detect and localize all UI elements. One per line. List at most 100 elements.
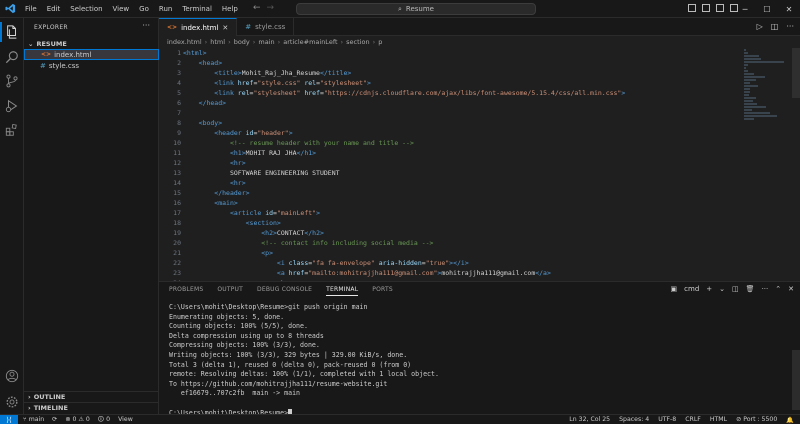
menu-item-terminal[interactable]: Terminal <box>177 0 217 18</box>
indentation[interactable]: Spaces: 4 <box>619 416 649 423</box>
close-panel-icon[interactable]: ✕ <box>788 285 794 293</box>
code-content[interactable]: <html> <head> <title>Mohit_Raj_Jha_Resum… <box>183 48 625 281</box>
code-line[interactable]: <section> <box>183 218 625 228</box>
back-arrow-icon[interactable]: ← <box>253 3 261 13</box>
extensions-icon[interactable] <box>4 122 20 138</box>
menu-item-edit[interactable]: Edit <box>42 0 66 18</box>
close-icon[interactable]: ✕ <box>778 5 800 14</box>
tab-terminal[interactable]: TERMINAL <box>326 286 359 296</box>
toggle-panel-icon[interactable] <box>702 4 710 12</box>
tab-problems[interactable]: PROBLEMS <box>169 286 203 296</box>
code-line[interactable]: <body> <box>183 118 625 128</box>
code-line[interactable]: <link href="style.css" rel="stylesheet"> <box>183 78 625 88</box>
timeline-section[interactable]: › TIMELINE <box>24 402 159 413</box>
split-editor-icon[interactable]: ◫ <box>771 22 779 31</box>
terminal-scrollbar[interactable] <box>792 350 800 410</box>
run-debug-icon[interactable] <box>4 98 20 114</box>
explorer-icon[interactable] <box>0 22 20 42</box>
line-number: 11 <box>173 149 181 157</box>
code-token: href <box>237 79 254 87</box>
breadcrumb-item[interactable]: article#mainLeft <box>283 38 337 46</box>
breadcrumb-item[interactable]: body <box>234 38 250 46</box>
more-actions-icon[interactable]: ··· <box>142 21 150 30</box>
outline-section[interactable]: › OUTLINE <box>24 391 159 402</box>
settings-gear-icon[interactable] <box>4 394 20 410</box>
split-terminal-icon[interactable]: ◫ <box>732 285 739 293</box>
breadcrumb-item[interactable]: html <box>210 38 225 46</box>
menu-item-file[interactable]: File <box>20 0 42 18</box>
workspace-folder[interactable]: ⌄ RESUME <box>24 38 159 49</box>
code-line[interactable]: </head> <box>183 98 625 108</box>
minimize-icon[interactable]: ─ <box>734 5 756 14</box>
toggle-secondary-sidebar-icon[interactable] <box>716 4 724 12</box>
info-indicator[interactable]: 🛈 0 <box>98 414 110 424</box>
code-line[interactable]: <h2>CONTACT</h2> <box>183 228 625 238</box>
run-code-icon[interactable]: ▷ <box>757 22 763 31</box>
code-line[interactable]: <head> <box>183 58 625 68</box>
breadcrumb-item[interactable]: section <box>346 38 369 46</box>
encoding[interactable]: UTF-8 <box>658 416 676 423</box>
code-line[interactable]: <article id="mainLeft"> <box>183 208 625 218</box>
code-line[interactable]: <html> <box>183 48 625 58</box>
terminal-output[interactable]: C:\Users\mohit\Desktop\Resume>git push o… <box>169 303 439 418</box>
code-line[interactable]: <link rel="stylesheet" href="https://cdn… <box>183 88 625 98</box>
file-item-style-css[interactable]: # style.css <box>24 60 159 71</box>
code-line[interactable]: <!-- contact info including social media… <box>183 238 625 248</box>
code-line[interactable]: <main> <box>183 198 625 208</box>
live-server-port[interactable]: ⊘ Port : 5500 <box>736 416 777 423</box>
tab-style-css[interactable]: # style.css <box>237 18 295 36</box>
more-actions-icon[interactable]: ··· <box>786 22 794 31</box>
maximize-panel-icon[interactable]: ⌃ <box>775 285 781 293</box>
menu-item-help[interactable]: Help <box>217 0 243 18</box>
command-center-search[interactable]: ⌕ Resume <box>296 3 536 15</box>
sync-icon[interactable]: ⟳ <box>52 416 57 423</box>
tab-output[interactable]: OUTPUT <box>217 286 243 296</box>
code-line[interactable] <box>183 108 625 118</box>
close-tab-icon[interactable]: ✕ <box>222 24 228 32</box>
breadcrumb-item[interactable]: p <box>378 38 382 46</box>
breadcrumb-item[interactable]: index.html <box>167 38 202 46</box>
code-editor[interactable]: 123456789101112131415161718192021222324 … <box>159 48 800 281</box>
code-line[interactable]: <header id="header"> <box>183 128 625 138</box>
branch-indicator[interactable]: ⑂ main <box>23 416 44 423</box>
code-line[interactable]: <p> <box>183 248 625 258</box>
code-line[interactable]: <hr> <box>183 158 625 168</box>
cursor-position[interactable]: Ln 32, Col 25 <box>569 416 610 423</box>
tab-ports[interactable]: PORTS <box>372 286 393 296</box>
code-line[interactable]: <i class="fa fa-envelope" aria-hidden="t… <box>183 258 625 268</box>
forward-arrow-icon[interactable]: → <box>267 3 275 13</box>
line-ending[interactable]: CRLF <box>685 416 701 423</box>
editor-scrollbar[interactable] <box>792 48 800 98</box>
language-mode[interactable]: HTML <box>710 416 727 423</box>
minimap[interactable] <box>744 48 788 281</box>
add-terminal-icon[interactable]: + <box>706 285 712 293</box>
code-line[interactable]: <hr> <box>183 178 625 188</box>
notifications-bell-icon[interactable]: 🔔 <box>786 416 794 424</box>
maximize-icon[interactable]: ☐ <box>756 5 778 14</box>
source-control-icon[interactable] <box>4 73 20 89</box>
code-line[interactable]: <h1>MOHIT RAJ JHA</h1> <box>183 148 625 158</box>
shell-label[interactable]: cmd <box>684 285 699 293</box>
menu-item-go[interactable]: Go <box>134 0 154 18</box>
breadcrumb-item[interactable]: main <box>258 38 274 46</box>
code-line[interactable]: SOFTWARE ENGINEERING STUDENT <box>183 168 625 178</box>
menu-item-view[interactable]: View <box>108 0 135 18</box>
tab-index-html[interactable]: <> index.html ✕ <box>159 18 238 36</box>
menu-item-selection[interactable]: Selection <box>65 0 107 18</box>
tab-debug-console[interactable]: DEBUG CONSOLE <box>257 286 312 296</box>
file-item-index-html[interactable]: <> index.html <box>24 49 159 60</box>
code-line[interactable]: <!-- resume header with your name and ti… <box>183 138 625 148</box>
code-line[interactable]: <title>Mohit_Raj_Jha_Resume</title> <box>183 68 625 78</box>
remote-indicator-icon[interactable]: ⟩⟨ <box>0 414 18 424</box>
more-actions-icon[interactable]: ··· <box>762 285 769 293</box>
toggle-sidebar-icon[interactable] <box>688 4 696 12</box>
chevron-down-icon[interactable]: ⌄ <box>719 285 725 293</box>
account-icon[interactable] <box>4 368 20 384</box>
code-line[interactable]: </header> <box>183 188 625 198</box>
search-icon[interactable] <box>4 49 20 65</box>
menu-item-run[interactable]: Run <box>154 0 177 18</box>
view-button[interactable]: View <box>118 416 133 423</box>
code-line[interactable]: <a href="mailto:mohitrajjha111@gmail.com… <box>183 268 625 278</box>
problems-indicator[interactable]: ⊗ 0 ⚠ 0 <box>65 416 90 423</box>
trash-icon[interactable]: 🗑 <box>746 285 755 293</box>
